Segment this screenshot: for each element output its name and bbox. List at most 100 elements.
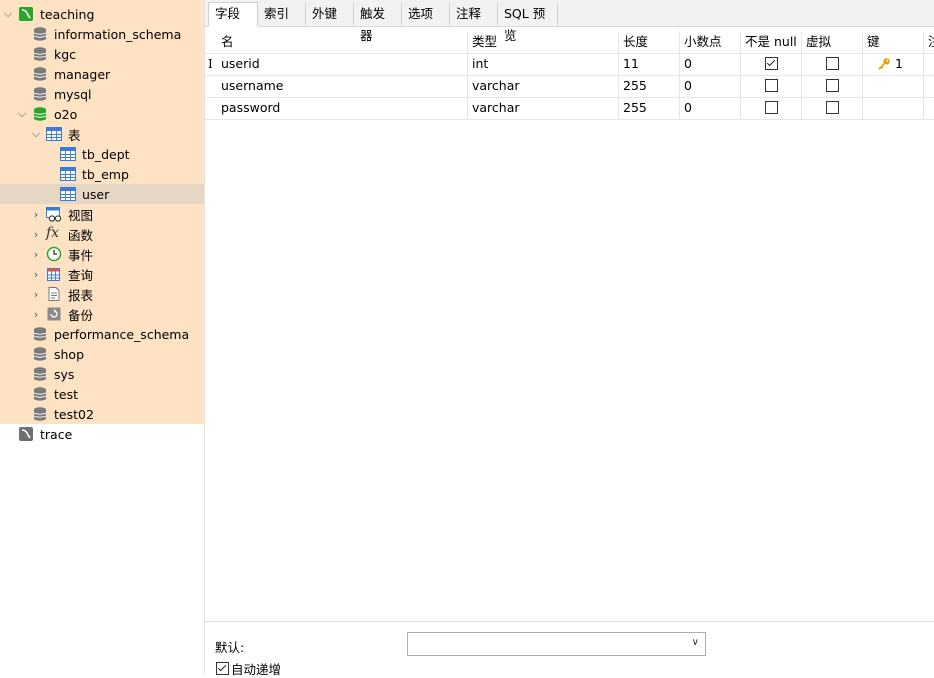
tab-triggers[interactable]: 触发器: [354, 3, 402, 43]
tree-item-user[interactable]: user: [0, 184, 204, 204]
table-row[interactable]: password varchar 255 0: [205, 97, 934, 120]
column-header-decimals[interactable]: 小数点: [680, 31, 741, 53]
tree-item-label: 事件: [68, 247, 94, 263]
chevron-right-icon[interactable]: ›: [30, 268, 42, 281]
key-cell[interactable]: 1: [863, 53, 924, 75]
tree-item-sys[interactable]: sys: [0, 364, 204, 384]
virtual-cell[interactable]: [802, 53, 863, 75]
chevron-right-icon[interactable]: ›: [30, 228, 42, 241]
tree-item-events[interactable]: › 事件: [0, 244, 204, 264]
tree-item-views[interactable]: › 视图: [0, 204, 204, 224]
chevron-right-icon[interactable]: ›: [30, 248, 42, 261]
not-null-checkbox[interactable]: [764, 57, 778, 70]
field-name-cell[interactable]: username: [217, 75, 468, 97]
database-icon: [33, 47, 47, 61]
field-decimals-cell[interactable]: 0: [680, 75, 741, 97]
tree-item-label: tb_emp: [82, 166, 129, 182]
tab-options[interactable]: 选项: [402, 3, 450, 25]
field-type-cell[interactable]: varchar: [468, 75, 619, 97]
tab-foreign-keys[interactable]: 外键: [306, 3, 354, 25]
tree-item-kgc[interactable]: kgc: [0, 44, 204, 64]
backup-icon: [47, 307, 61, 321]
tree-item-label: performance_schema: [54, 326, 190, 342]
database-icon: [33, 327, 47, 341]
database-icon: [33, 407, 47, 421]
tree-item-tb-emp[interactable]: tb_emp: [0, 164, 204, 184]
tree-item-teaching[interactable]: ⌵ teaching: [0, 4, 204, 24]
tab-sql-preview[interactable]: SQL 预览: [498, 3, 558, 43]
database-icon: [33, 87, 47, 101]
virtual-checkbox[interactable]: [825, 101, 839, 114]
field-length-cell[interactable]: 11: [619, 53, 680, 75]
field-length-cell[interactable]: 255: [619, 75, 680, 97]
field-decimals-cell[interactable]: 0: [680, 53, 741, 75]
report-icon: [48, 287, 60, 301]
chevron-down-icon[interactable]: ⌵: [2, 7, 14, 20]
query-icon: [47, 268, 60, 281]
column-header-length[interactable]: 长度: [619, 31, 680, 53]
field-type-cell[interactable]: varchar: [468, 97, 619, 119]
default-value-select[interactable]: ∨: [407, 632, 706, 656]
chevron-right-icon[interactable]: ›: [30, 208, 42, 221]
auto-increment-checkbox[interactable]: [216, 662, 229, 675]
field-properties-panel: 默认: ∨ 自动递增: [205, 621, 934, 677]
tree-item-trace[interactable]: trace: [0, 424, 204, 444]
tab-indexes[interactable]: 索引: [258, 3, 306, 25]
not-null-checkbox[interactable]: [764, 79, 778, 92]
column-header-type[interactable]: 类型: [468, 31, 619, 53]
tree-item-label: 函数: [68, 227, 94, 243]
not-null-cell[interactable]: [741, 53, 802, 75]
key-cell[interactable]: [863, 75, 924, 97]
not-null-checkbox[interactable]: [764, 101, 778, 114]
column-header-virtual[interactable]: 虚拟: [802, 31, 863, 53]
tree-item-label: shop: [54, 346, 85, 362]
column-header-key[interactable]: 键: [863, 31, 924, 53]
column-header-comment[interactable]: 注: [924, 31, 934, 53]
tree-item-shop[interactable]: shop: [0, 344, 204, 364]
not-null-cell[interactable]: [741, 75, 802, 97]
tree-item-information-schema[interactable]: information_schema: [0, 24, 204, 44]
tree-item-performance-schema[interactable]: performance_schema: [0, 324, 204, 344]
field-name-cell[interactable]: userid: [217, 53, 468, 75]
tree-item-label: o2o: [54, 106, 78, 122]
key-cell[interactable]: [863, 97, 924, 119]
tree-item-label: 视图: [68, 207, 94, 223]
tree-item-test02[interactable]: test02: [0, 404, 204, 424]
column-header-not-null[interactable]: 不是 null: [741, 31, 802, 53]
tree-item-label: test: [54, 386, 79, 402]
tree-item-reports[interactable]: › 报表: [0, 284, 204, 304]
chevron-down-icon[interactable]: ⌵: [30, 127, 42, 140]
chevron-down-icon[interactable]: ⌵: [16, 107, 28, 120]
tree-item-functions[interactable]: › fx 函数: [0, 224, 204, 244]
not-null-cell[interactable]: [741, 97, 802, 119]
tree-item-test[interactable]: test: [0, 384, 204, 404]
field-name-cell[interactable]: password: [217, 97, 468, 119]
tab-fields[interactable]: 字段: [208, 2, 258, 27]
field-type-cell[interactable]: int: [468, 53, 619, 75]
tree-item-manager[interactable]: manager: [0, 64, 204, 84]
virtual-checkbox[interactable]: [825, 79, 839, 92]
tree-item-tb-dept[interactable]: tb_dept: [0, 144, 204, 164]
chevron-right-icon[interactable]: ›: [30, 288, 42, 301]
key-order: 1: [894, 56, 903, 71]
tree-item-queries[interactable]: › 查询: [0, 264, 204, 284]
tree-item-o2o[interactable]: ⌵ o2o: [0, 104, 204, 124]
virtual-cell[interactable]: [802, 75, 863, 97]
tree-item-label: trace: [40, 426, 73, 442]
table-icon: [60, 147, 76, 161]
chevron-right-icon[interactable]: ›: [30, 308, 42, 321]
field-length-cell[interactable]: 255: [619, 97, 680, 119]
designer-tabs: 字段 索引 外键 触发器 选项 注释 SQL 预览: [205, 0, 934, 43]
tree-item-tables[interactable]: ⌵ 表: [0, 124, 204, 144]
column-header-name[interactable]: 名: [217, 31, 468, 53]
navigation-tree[interactable]: ⌵ teaching information_schema kgc manage…: [0, 0, 205, 674]
field-decimals-cell[interactable]: 0: [680, 97, 741, 119]
table-icon: [46, 127, 62, 141]
tree-item-backups[interactable]: › 备份: [0, 304, 204, 324]
virtual-cell[interactable]: [802, 97, 863, 119]
table-row[interactable]: username varchar 255 0: [205, 75, 934, 98]
tab-comments[interactable]: 注释: [450, 3, 498, 25]
tree-item-mysql[interactable]: mysql: [0, 84, 204, 104]
virtual-checkbox[interactable]: [825, 57, 839, 70]
table-row[interactable]: I userid int 11 0 1: [205, 53, 934, 76]
